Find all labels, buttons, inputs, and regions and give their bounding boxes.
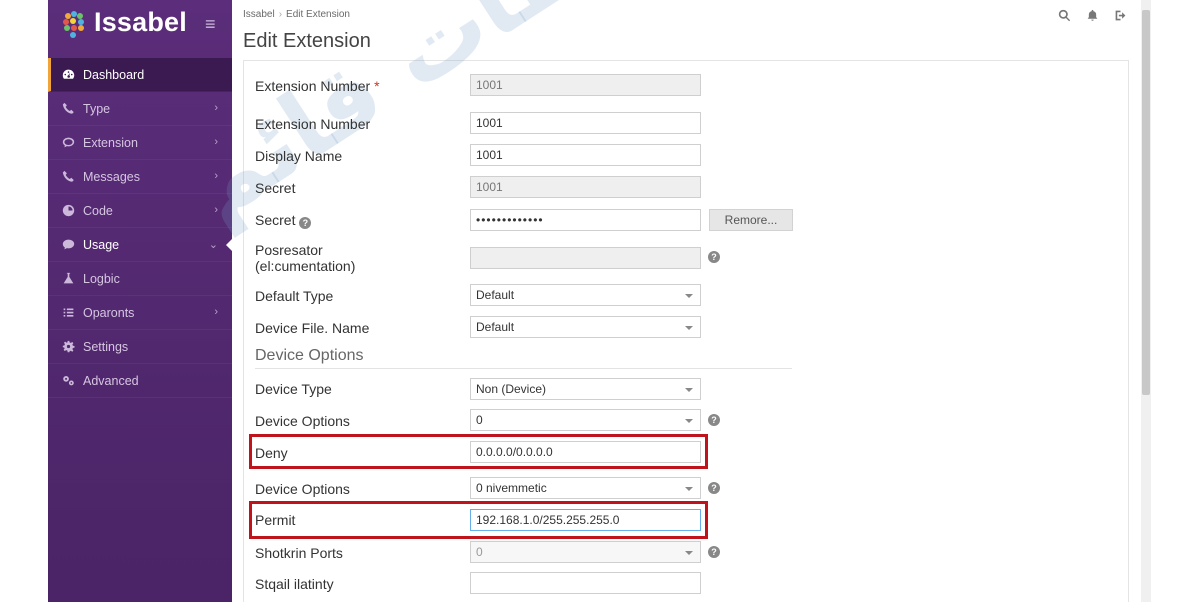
- extension-number-input[interactable]: [470, 112, 701, 134]
- sidebar-item-label: Code: [83, 203, 113, 218]
- device-options-label: Device Options: [255, 413, 350, 429]
- search-icon[interactable]: [1058, 9, 1072, 23]
- extension-number-required-label: Extension Number *: [255, 78, 380, 94]
- sidebar-item-label: Logbic: [83, 271, 120, 286]
- sidebar-item-extension[interactable]: Extension ›: [48, 126, 232, 160]
- breadcrumb-root[interactable]: Issabel: [243, 9, 275, 20]
- deny-label: Deny: [255, 445, 288, 461]
- logo-row: Issabel ≡: [48, 0, 232, 50]
- remove-secret-button[interactable]: Remore...: [709, 209, 793, 231]
- sidebar-item-messages[interactable]: Messages ›: [48, 160, 232, 194]
- breadcrumb: Issabel › Edit Extension: [243, 9, 350, 20]
- sidebar-item-label: Dashboard: [83, 67, 145, 82]
- logout-icon[interactable]: [1114, 9, 1128, 23]
- chevron-right-icon: ›: [214, 170, 218, 182]
- bell-icon[interactable]: [1086, 9, 1100, 23]
- help-icon[interactable]: ?: [708, 251, 720, 263]
- caret-down-icon: [685, 326, 693, 330]
- sidebar-item-label: Usage: [83, 237, 120, 252]
- secret-label: Secret ?: [255, 212, 312, 229]
- device-options-select[interactable]: 0: [470, 409, 701, 431]
- secret-readonly-label: Secret: [255, 180, 296, 196]
- flask-icon: [61, 272, 75, 286]
- menu-toggle-icon[interactable]: ≡: [205, 14, 216, 35]
- scrollbar-thumb[interactable]: [1142, 10, 1150, 395]
- device-options-section-title: Device Options: [255, 347, 364, 364]
- display-name-input[interactable]: [470, 144, 701, 166]
- chevron-right-icon: ›: [214, 102, 218, 114]
- shotkrin-ports-select[interactable]: 0: [470, 541, 701, 563]
- active-notch: [226, 238, 233, 252]
- caret-down-icon: [685, 487, 693, 491]
- section-divider: [255, 368, 792, 369]
- sidebar-item-code[interactable]: Code ›: [48, 194, 232, 228]
- secret-input[interactable]: [470, 209, 701, 231]
- sidebar-item-oparonts[interactable]: Oparonts ›: [48, 296, 232, 330]
- permit-label: Permit: [255, 512, 296, 528]
- device-file-name-label: Device File. Name: [255, 320, 370, 336]
- chat-icon: [61, 136, 75, 150]
- page-title: Edit Extension: [243, 30, 371, 52]
- sidebar-item-label: Messages: [83, 169, 140, 184]
- extension-number-readonly-input: [470, 74, 701, 96]
- deny-input[interactable]: [470, 441, 701, 463]
- help-icon[interactable]: ?: [299, 217, 312, 229]
- comment-icon: [61, 238, 75, 252]
- display-name-label: Display Name: [255, 148, 343, 164]
- list-icon: [61, 306, 75, 320]
- chevron-right-icon: ›: [214, 306, 218, 318]
- gear-icon: [61, 340, 75, 354]
- help-icon[interactable]: ?: [708, 546, 720, 558]
- device-type-label: Device Type: [255, 381, 332, 397]
- stqail-input[interactable]: [470, 572, 701, 594]
- stqail-label: Stqail ilatinty: [255, 576, 334, 592]
- sidebar-item-type[interactable]: Type ›: [48, 92, 232, 126]
- shotkrin-ports-label: Shotkrin Ports: [255, 545, 343, 561]
- sidebar-item-dashboard[interactable]: Dashboard: [48, 58, 232, 92]
- device-type-select[interactable]: Non (Device): [470, 378, 701, 400]
- posresator-input: [470, 247, 701, 269]
- sidebar-item-usage[interactable]: Usage ⌄: [48, 228, 233, 262]
- secret-readonly-input: [470, 176, 701, 198]
- sidebar-nav: Dashboard Type › Extension › Messages › …: [48, 58, 233, 398]
- gears-icon: [61, 374, 75, 388]
- page-scrollbar[interactable]: [1141, 0, 1151, 602]
- top-toolbar: [1058, 9, 1128, 23]
- default-type-label: Default Type: [255, 288, 334, 304]
- issabel-logo-icon: [63, 11, 84, 38]
- chevron-right-icon: ›: [214, 204, 218, 216]
- sidebar-item-label: Settings: [83, 339, 129, 354]
- breadcrumb-separator: ›: [278, 9, 283, 20]
- phone-icon: [61, 102, 75, 116]
- caret-down-icon: [685, 551, 693, 555]
- default-type-select[interactable]: Default: [470, 284, 701, 306]
- caret-down-icon: [685, 294, 693, 298]
- caret-down-icon: [685, 388, 693, 392]
- help-icon[interactable]: ?: [708, 482, 720, 494]
- dashboard-icon: [61, 68, 75, 82]
- sidebar-item-settings[interactable]: Settings: [48, 330, 232, 364]
- extension-number-label: Extension Number: [255, 116, 371, 132]
- help-icon[interactable]: ?: [708, 414, 720, 426]
- device-options-2-label: Device Options: [255, 481, 350, 497]
- sidebar-item-advanced[interactable]: Advanced: [48, 364, 232, 398]
- sidebar-item-logbic[interactable]: Logbic: [48, 262, 232, 296]
- device-options-2-select[interactable]: 0 nivemmetic: [470, 477, 701, 499]
- sidebar-item-label: Type: [83, 101, 111, 116]
- app-name: Issabel: [94, 7, 187, 37]
- device-file-name-select[interactable]: Default: [470, 316, 701, 338]
- sidebar-item-label: Oparonts: [83, 305, 135, 320]
- breadcrumb-current: Edit Extension: [286, 9, 350, 20]
- chevron-right-icon: ›: [214, 136, 218, 148]
- sidebar-item-label: Extension: [83, 135, 138, 150]
- chevron-down-icon: ⌄: [208, 239, 218, 251]
- gauge-icon: [61, 204, 75, 218]
- required-marker: *: [374, 78, 380, 94]
- permit-input[interactable]: [470, 509, 701, 531]
- phone-icon: [61, 170, 75, 184]
- sidebar-item-label: Advanced: [83, 373, 139, 388]
- caret-down-icon: [685, 419, 693, 423]
- sidebar: Issabel ≡ Dashboard Type › Extension › M…: [48, 0, 233, 602]
- posresator-label: Posresator (el:cumentation): [255, 242, 356, 274]
